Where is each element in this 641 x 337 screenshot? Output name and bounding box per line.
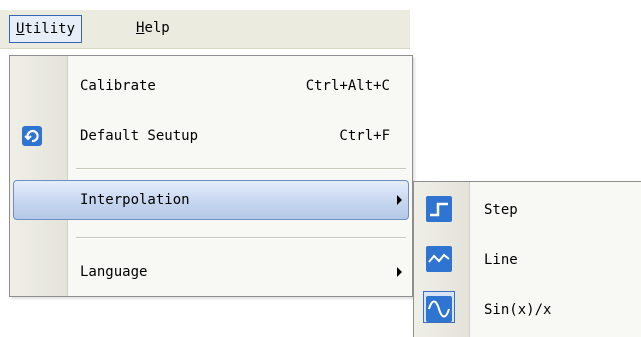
menu-item-label: Language bbox=[80, 264, 148, 280]
menu-item-interpolation[interactable]: Interpolation bbox=[13, 180, 409, 220]
menu-item-calibrate[interactable]: Calibrate Ctrl+Alt+C bbox=[14, 68, 408, 104]
submenu-arrow-icon bbox=[397, 195, 402, 205]
menu-item-label: Calibrate bbox=[80, 78, 156, 94]
submenu-item-label: Sin(x)/x bbox=[484, 302, 552, 318]
menu-item-default-setup[interactable]: Default Seutup Ctrl+F bbox=[14, 118, 408, 154]
submenu-item-label: Line bbox=[484, 252, 518, 268]
line-wave-icon bbox=[426, 246, 452, 272]
menu-help-label: elp bbox=[144, 20, 170, 36]
menu-item-shortcut: Ctrl+Alt+C bbox=[305, 78, 390, 94]
menu-utility-label: tility bbox=[24, 21, 76, 37]
menu-item-language[interactable]: Language bbox=[14, 254, 408, 290]
reset-icon bbox=[22, 126, 42, 146]
menu-item-label: Interpolation bbox=[80, 192, 190, 208]
submenu-item-sinx[interactable]: Sin(x)/x bbox=[418, 288, 641, 328]
menu-item-label: Default Seutup bbox=[80, 128, 199, 144]
submenu-arrow-icon bbox=[397, 267, 402, 277]
menu-utility[interactable]: Utility bbox=[9, 15, 83, 43]
utility-dropdown-menu: Calibrate Ctrl+Alt+C Default Seutup Ctrl… bbox=[9, 55, 413, 297]
submenu-item-step[interactable]: Step bbox=[418, 190, 641, 230]
submenu-item-line[interactable]: Line bbox=[418, 240, 641, 280]
menu-separator bbox=[76, 168, 406, 170]
menu-help[interactable]: Help bbox=[130, 15, 176, 41]
sine-wave-icon bbox=[426, 296, 452, 322]
menu-bar: Utility Help bbox=[0, 10, 410, 49]
step-icon bbox=[426, 196, 452, 222]
menu-item-shortcut: Ctrl+F bbox=[339, 128, 390, 144]
submenu-item-label: Step bbox=[484, 202, 518, 218]
interpolation-submenu: Step Line Sin(x)/x bbox=[413, 181, 641, 337]
menu-separator bbox=[76, 237, 406, 239]
